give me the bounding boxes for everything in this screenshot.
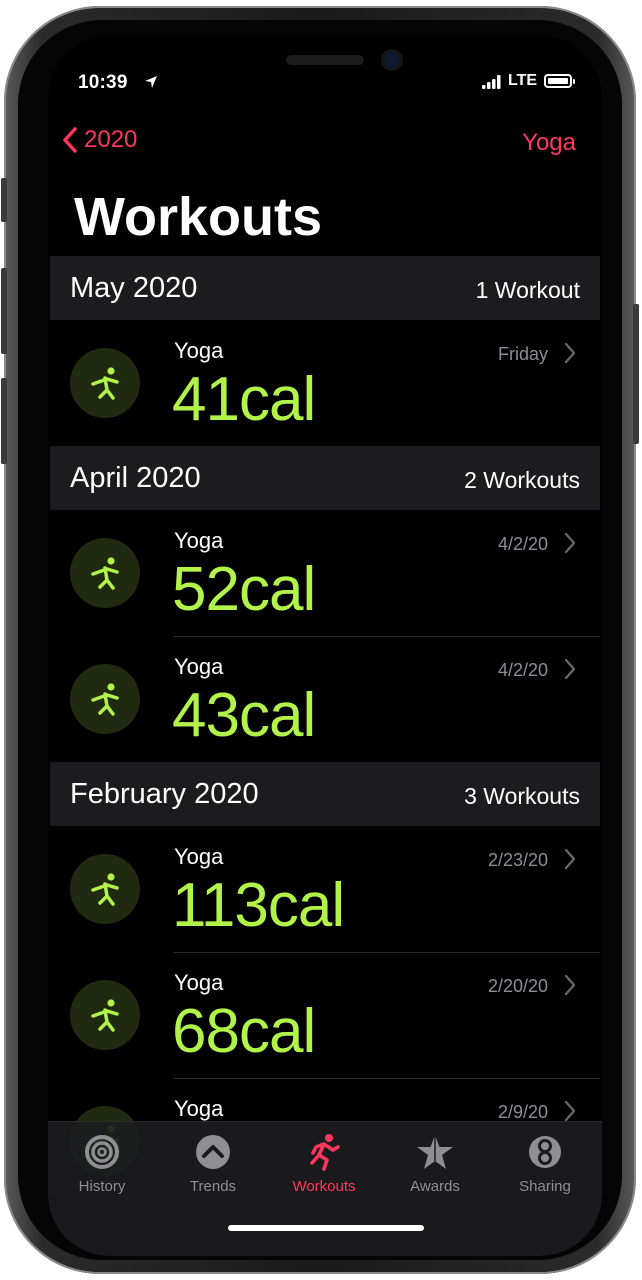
workout-type: Yoga <box>174 528 224 553</box>
workout-calories: 41cal <box>172 365 316 434</box>
section-header: April 2020 2 Workouts <box>50 446 600 510</box>
yoga-icon <box>70 348 140 418</box>
status-bar: 10:39 LTE <box>48 72 602 98</box>
chevron-right-icon <box>564 658 576 685</box>
section-header: February 2020 3 Workouts <box>50 762 600 826</box>
screen: 10:39 LTE 2020 Yoga Workouts May 2020 1 … <box>48 36 602 1256</box>
yoga-icon <box>70 854 140 924</box>
tab-trends[interactable]: Trends <box>163 1132 263 1195</box>
tab-label: Workouts <box>292 1178 356 1195</box>
workout-row[interactable]: Yoga 68cal 2/20/20 <box>50 952 600 1078</box>
workout-date: Friday <box>497 344 548 364</box>
running-figure-icon <box>274 1132 374 1172</box>
workout-calories: 68cal <box>172 997 316 1066</box>
location-arrow-icon <box>144 75 158 94</box>
tab-label: History <box>78 1178 126 1195</box>
workout-date: 2/20/20 <box>487 976 548 996</box>
home-indicator[interactable] <box>228 1225 424 1231</box>
section-month: May 2020 <box>70 272 198 304</box>
page-title: Workouts <box>74 187 323 247</box>
trends-chevron-icon <box>163 1132 263 1172</box>
workout-date: 2/23/20 <box>487 850 548 870</box>
network-type: LTE <box>508 72 538 89</box>
chevron-right-icon <box>564 974 576 1001</box>
tab-label: Awards <box>410 1178 460 1195</box>
signal-bars-icon <box>482 75 502 89</box>
tab-workouts[interactable]: Workouts <box>274 1132 374 1195</box>
workout-type: Yoga <box>174 970 224 995</box>
power-button <box>633 304 639 444</box>
workout-calories: 52cal <box>172 555 316 624</box>
chevron-right-icon <box>564 532 576 559</box>
tab-label: Trends <box>189 1178 237 1195</box>
volume-up-button <box>1 268 7 354</box>
section-count: 1 Workout <box>475 277 580 303</box>
tab-bar: History Trends Workouts Awards Sharing <box>48 1121 602 1256</box>
workout-type: Yoga <box>174 338 224 363</box>
workout-row[interactable]: Yoga 52cal 4/2/20 <box>50 510 600 636</box>
filter-button[interactable]: Yoga <box>522 129 576 157</box>
tab-history[interactable]: History <box>52 1132 152 1195</box>
award-star-icon <box>385 1132 485 1172</box>
earpiece-speaker <box>286 55 364 65</box>
back-button[interactable]: 2020 <box>62 126 137 154</box>
workout-row[interactable]: Yoga 43cal 4/2/20 <box>50 636 600 762</box>
yoga-icon <box>70 980 140 1050</box>
workout-date: 2/9/20 <box>497 1102 548 1122</box>
workout-calories: 43cal <box>172 681 316 750</box>
chevron-left-icon <box>63 127 77 153</box>
sharing-icon <box>495 1132 595 1172</box>
workout-date: 4/2/20 <box>497 534 548 554</box>
workout-type: Yoga <box>174 654 224 679</box>
history-rings-icon <box>52 1132 152 1172</box>
chevron-right-icon <box>564 848 576 875</box>
silent-switch <box>1 178 7 222</box>
status-time: 10:39 <box>78 72 128 93</box>
section-header: May 2020 1 Workout <box>50 256 600 320</box>
workout-calories: 113cal <box>172 871 345 940</box>
yoga-icon <box>70 538 140 608</box>
workout-list[interactable]: May 2020 1 Workout Yoga 41cal Friday Apr… <box>50 256 600 1204</box>
section-month: April 2020 <box>70 462 201 494</box>
section-count: 2 Workouts <box>464 467 580 493</box>
tab-sharing[interactable]: Sharing <box>495 1132 595 1195</box>
section-count: 3 Workouts <box>464 783 580 809</box>
yoga-icon <box>70 664 140 734</box>
battery-icon <box>544 74 575 88</box>
chevron-right-icon <box>564 342 576 369</box>
workout-row[interactable]: Yoga 113cal 2/23/20 <box>50 826 600 952</box>
workout-row[interactable]: Yoga 41cal Friday <box>50 320 600 446</box>
front-camera <box>384 52 400 68</box>
tab-label: Sharing <box>519 1178 571 1195</box>
section-month: February 2020 <box>70 778 259 810</box>
workout-type: Yoga <box>174 1096 224 1121</box>
phone-frame: 10:39 LTE 2020 Yoga Workouts May 2020 1 … <box>1 6 639 1274</box>
back-button-label: 2020 <box>84 126 138 153</box>
workout-date: 4/2/20 <box>497 660 548 680</box>
tab-awards[interactable]: Awards <box>385 1132 485 1195</box>
volume-down-button <box>1 378 7 464</box>
workout-type: Yoga <box>174 844 224 869</box>
